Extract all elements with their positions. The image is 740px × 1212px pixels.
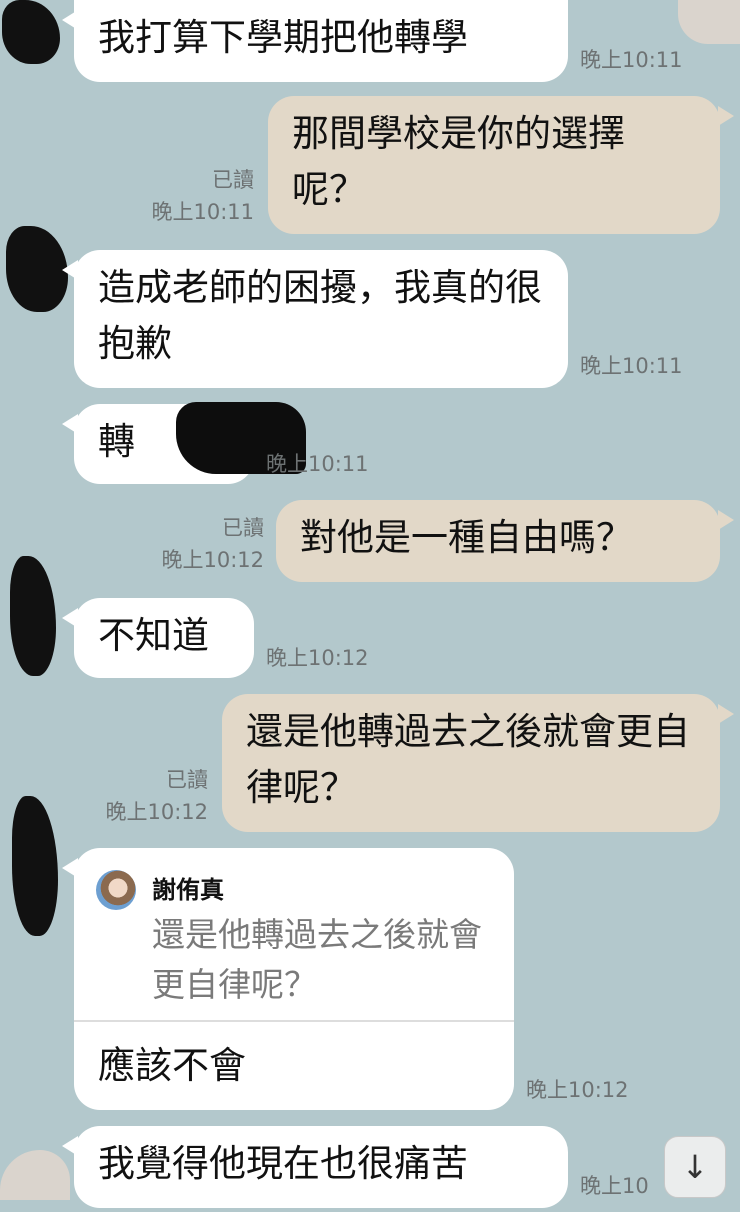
message-time: 晚上10:11 (580, 48, 683, 72)
message-time: 晚上10:12 (526, 1078, 629, 1102)
scroll-to-bottom-button[interactable]: ↓ (664, 1136, 726, 1198)
divider (74, 1020, 514, 1022)
message-text: 不知道 (98, 614, 209, 657)
message-text: 轉 (98, 420, 135, 463)
message-bubble[interactable]: 造成老師的困擾，我真的很抱歉 (62, 250, 568, 388)
message-bubble[interactable]: 不知道 (62, 598, 254, 678)
message-bubble[interactable]: 那間學校是你的選擇呢？ (268, 96, 734, 234)
message-text: 應該不會 (98, 1044, 246, 1087)
quoted-user-name: 謝侑真 (152, 876, 224, 904)
read-receipt: 已讀 (212, 168, 254, 192)
message-bubble[interactable]: 我覺得他現在也很痛苦 (62, 1126, 568, 1208)
message-time: 晚上10:12 (105, 800, 208, 824)
quoted-message-text[interactable]: 還是他轉過去之後就會更自律呢？ (152, 910, 502, 1010)
message-bubble[interactable]: 我打算下學期把他轉學 (62, 0, 568, 82)
chat-area[interactable]: 我打算下學期把他轉學 晚上10:11 那間學校是你的選擇呢？ 已讀 晚上10:1… (0, 0, 740, 1212)
message-time: 晚上10:11 (580, 354, 683, 378)
message-text: 我覺得他現在也很痛苦 (98, 1142, 468, 1185)
message-text: 那間學校是你的選擇呢？ (292, 112, 625, 211)
message-bubble[interactable]: 還是他轉過去之後就會更自律呢？ (222, 694, 734, 832)
message-time: 晚上10:12 (161, 548, 264, 572)
message-time: 晚上10:12 (266, 646, 369, 670)
quoted-user-avatar (96, 870, 136, 910)
read-receipt: 已讀 (166, 768, 208, 792)
cat-decoration-bottom (0, 1150, 70, 1200)
arrow-down-icon: ↓ (681, 1148, 709, 1186)
message-text: 造成老師的困擾，我真的很抱歉 (98, 266, 542, 365)
avatar[interactable] (2, 0, 60, 64)
cat-decoration-top (678, 0, 740, 44)
message-time: 晚上10:11 (266, 452, 369, 476)
avatar[interactable] (12, 796, 58, 936)
reply-message-bubble[interactable]: 謝侑真 還是他轉過去之後就會更自律呢？ 應該不會 (62, 848, 514, 1110)
message-time: 晚上10 (580, 1174, 649, 1198)
read-receipt: 已讀 (222, 516, 264, 540)
message-time: 晚上10:11 (151, 200, 254, 224)
message-bubble[interactable]: 對他是一種自由嗎？ (276, 500, 734, 582)
message-text: 還是他轉過去之後就會更自律呢？ (246, 710, 690, 809)
avatar[interactable] (6, 226, 68, 312)
message-text: 對他是一種自由嗎？ (300, 516, 633, 559)
avatar[interactable] (10, 556, 56, 676)
message-text: 我打算下學期把他轉學 (98, 16, 468, 59)
